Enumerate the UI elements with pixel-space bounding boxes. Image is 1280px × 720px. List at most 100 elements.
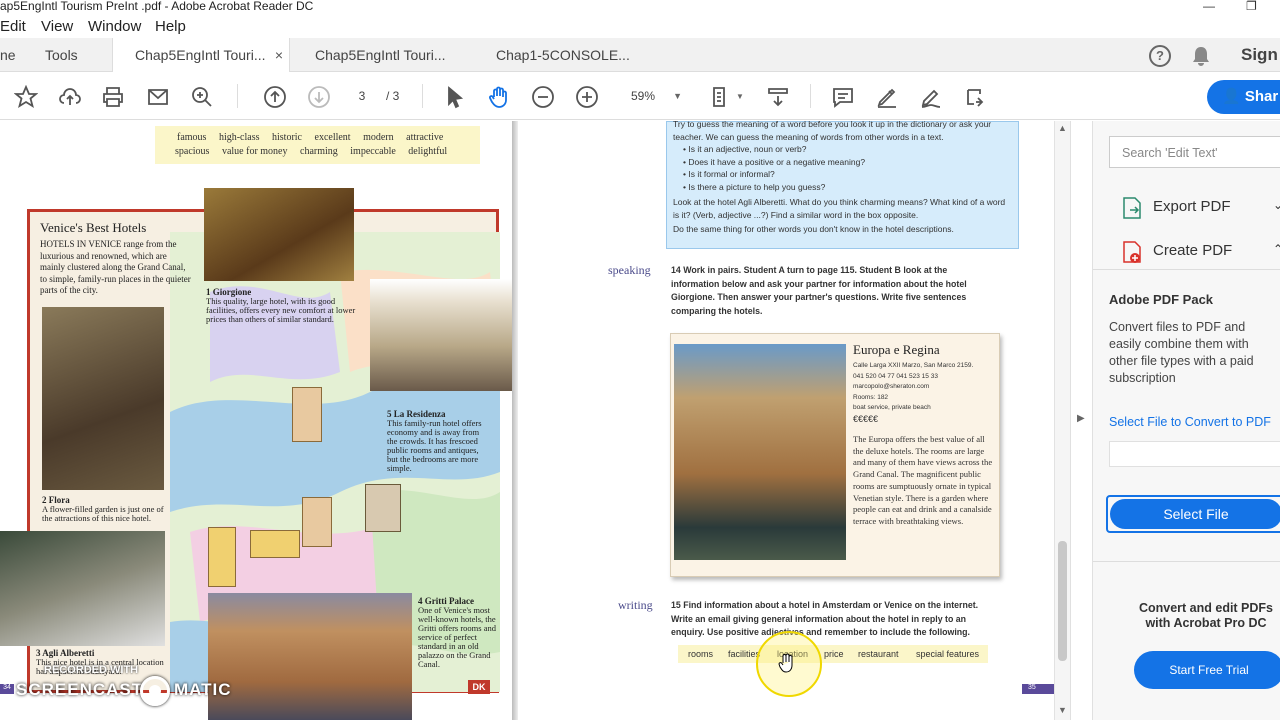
hotel-alberetti-photo: [0, 531, 165, 646]
writing-word: restaurant: [858, 649, 899, 659]
europa-rooms: Rooms: 182: [853, 393, 889, 401]
chevron-down-icon[interactable]: ▼: [736, 92, 744, 101]
europa-address: Calle Larga XXII Marzo, San Marco 2159.: [853, 362, 974, 369]
edit-tools-icon[interactable]: [962, 84, 988, 110]
tab-document-3[interactable]: Chap1-5CONSOLE...: [496, 38, 656, 72]
create-pdf-label: Create PDF: [1153, 242, 1233, 259]
previous-page-icon[interactable]: [262, 84, 288, 110]
panel-divider: [1093, 561, 1280, 562]
menu-window[interactable]: Window: [88, 18, 141, 35]
vocabulary-box: famous high-class historic excellent mod…: [155, 126, 480, 164]
vocab-word: modern: [363, 132, 394, 143]
screencast-logo-icon: [140, 676, 170, 706]
vocabulary-tip-box: Try to guess the meaning of a word befor…: [666, 121, 1019, 249]
select-file-link[interactable]: Select File to Convert to PDF: [1109, 415, 1271, 429]
hotel-residenza-caption: 5 La Residenza This family-run hotel off…: [387, 410, 487, 473]
writing-word-box: rooms facilities location price restaura…: [678, 645, 988, 663]
file-drop-field[interactable]: [1109, 441, 1280, 467]
search-icon[interactable]: [189, 84, 215, 110]
box-title: Venice's Best Hotels: [40, 220, 147, 235]
vocab-word: charming: [300, 146, 338, 157]
europa-boat: boat service, private beach: [853, 404, 931, 411]
select-cursor-icon[interactable]: [442, 84, 468, 110]
menu-help[interactable]: Help: [155, 18, 186, 35]
menu-bar: Edit View Window Help: [0, 14, 1280, 38]
europa-email: marcopolo@sheraton.com: [853, 383, 930, 390]
search-tools-input[interactable]: Search 'Edit Text': [1109, 136, 1280, 168]
vocab-word: attractive: [406, 132, 444, 143]
vertical-scrollbar[interactable]: ▲ ▼: [1054, 121, 1070, 720]
scroll-mode-icon[interactable]: [765, 84, 791, 110]
fit-page-icon[interactable]: [708, 84, 734, 110]
email-icon[interactable]: [145, 84, 171, 110]
page-number-input[interactable]: 3: [345, 84, 379, 108]
print-icon[interactable]: [100, 84, 126, 110]
chevron-down-icon: ⌄: [1273, 198, 1280, 212]
export-pdf-icon: [1123, 197, 1141, 219]
share-button[interactable]: 👤 Shar: [1207, 80, 1280, 114]
window-title: ap5EngIntl Tourism PreInt .pdf - Adobe A…: [0, 0, 314, 13]
tip-same: Do the same thing for other words you do…: [673, 224, 954, 234]
tab-home[interactable]: ne: [0, 38, 30, 72]
writing-word: price: [824, 649, 844, 659]
europa-details: Calle Larga XXII Marzo, San Marco 2159. …: [853, 361, 998, 424]
watermark-line-2: SCREENCAST: [16, 680, 144, 699]
vocab-word: high-class: [218, 132, 260, 143]
collapse-arrow-icon[interactable]: ▶: [1077, 413, 1085, 424]
upload-cloud-icon[interactable]: [57, 84, 83, 110]
menu-view[interactable]: View: [41, 18, 73, 35]
document-view[interactable]: famous high-class historic excellent mod…: [0, 121, 1070, 720]
menu-edit[interactable]: Edit: [0, 18, 26, 35]
pane-collapse-strip: ▶: [1071, 121, 1093, 720]
tab-close-icon[interactable]: ×: [275, 38, 283, 72]
hotel-gritti-text: One of Venice's most well-known hotels, …: [418, 605, 496, 669]
bell-icon[interactable]: [1191, 45, 1211, 67]
pro-promo-text: Convert and edit PDFs with Acrobat Pro D…: [1138, 601, 1274, 630]
tab-document-1-label: Chap5EngIntl Touri...: [135, 47, 266, 63]
toolbar-divider: [810, 84, 811, 108]
tab-document-2[interactable]: Chap5EngIntl Touri...: [315, 38, 475, 72]
select-file-button[interactable]: Select File: [1110, 499, 1280, 529]
screencast-watermark: RECORDED WITH SCREENCAST MATIC: [14, 660, 254, 710]
pdf-pack-description: Convert files to PDF and easily combine …: [1109, 320, 1254, 385]
export-pdf-label: Export PDF: [1153, 198, 1231, 215]
chevron-down-icon: ▼: [673, 91, 682, 101]
tab-document-1[interactable]: Chap5EngIntl Touri... ×: [112, 38, 290, 73]
comment-icon[interactable]: [830, 84, 856, 110]
hotel-giorgione-photo: [204, 188, 354, 281]
scrollbar-thumb[interactable]: [1058, 541, 1067, 661]
zoom-value: 59%: [631, 89, 656, 103]
page-number-left: 34: [0, 684, 14, 694]
bookmark-star-icon[interactable]: [13, 84, 39, 110]
highlight-pen-icon[interactable]: [874, 84, 900, 110]
hotel-flora-text: A flower-filled garden is just one of th…: [42, 504, 164, 523]
zoom-out-icon[interactable]: [530, 84, 556, 110]
tip-bullet: • Is it an adjective, noun or verb?: [683, 144, 807, 154]
draw-sign-icon[interactable]: [918, 84, 944, 110]
hand-tool-icon[interactable]: [486, 84, 512, 110]
start-free-trial-button[interactable]: Start Free Trial: [1134, 651, 1280, 689]
zoom-in-icon[interactable]: [574, 84, 600, 110]
tab-tools[interactable]: Tools: [45, 38, 105, 72]
hotel-giorgione-text: This quality, large hotel, with its good…: [206, 296, 356, 324]
user-add-icon: 👤: [1222, 88, 1241, 105]
pdf-page-left: famous high-class historic excellent mod…: [0, 121, 512, 720]
scroll-up-icon[interactable]: ▲: [1058, 123, 1067, 133]
zoom-select[interactable]: 59% ▼: [616, 84, 688, 108]
europa-title: Europa e Regina: [853, 342, 940, 357]
help-icon[interactable]: ?: [1149, 45, 1171, 67]
sign-in-link[interactable]: Sign: [1241, 45, 1278, 65]
restore-button[interactable]: ❐: [1246, 0, 1257, 12]
create-pdf-icon: [1123, 241, 1141, 263]
scroll-down-icon[interactable]: ▼: [1058, 705, 1067, 715]
hand-cursor-icon: [778, 653, 793, 673]
speaking-label: speaking: [608, 263, 651, 277]
vocab-word: impeccable: [350, 146, 396, 157]
minimize-button[interactable]: —: [1203, 0, 1215, 12]
next-page-icon[interactable]: [306, 84, 332, 110]
dk-logo: DK: [468, 680, 490, 694]
hotel-residenza-photo: [370, 279, 512, 391]
hotel-flora-caption: 2 Flora A flower-filled garden is just o…: [42, 496, 167, 523]
tip-bullet: • Does it have a positive or a negative …: [683, 156, 866, 167]
box-intro: HOTELS IN VENICE range from the luxuriou…: [40, 239, 191, 295]
